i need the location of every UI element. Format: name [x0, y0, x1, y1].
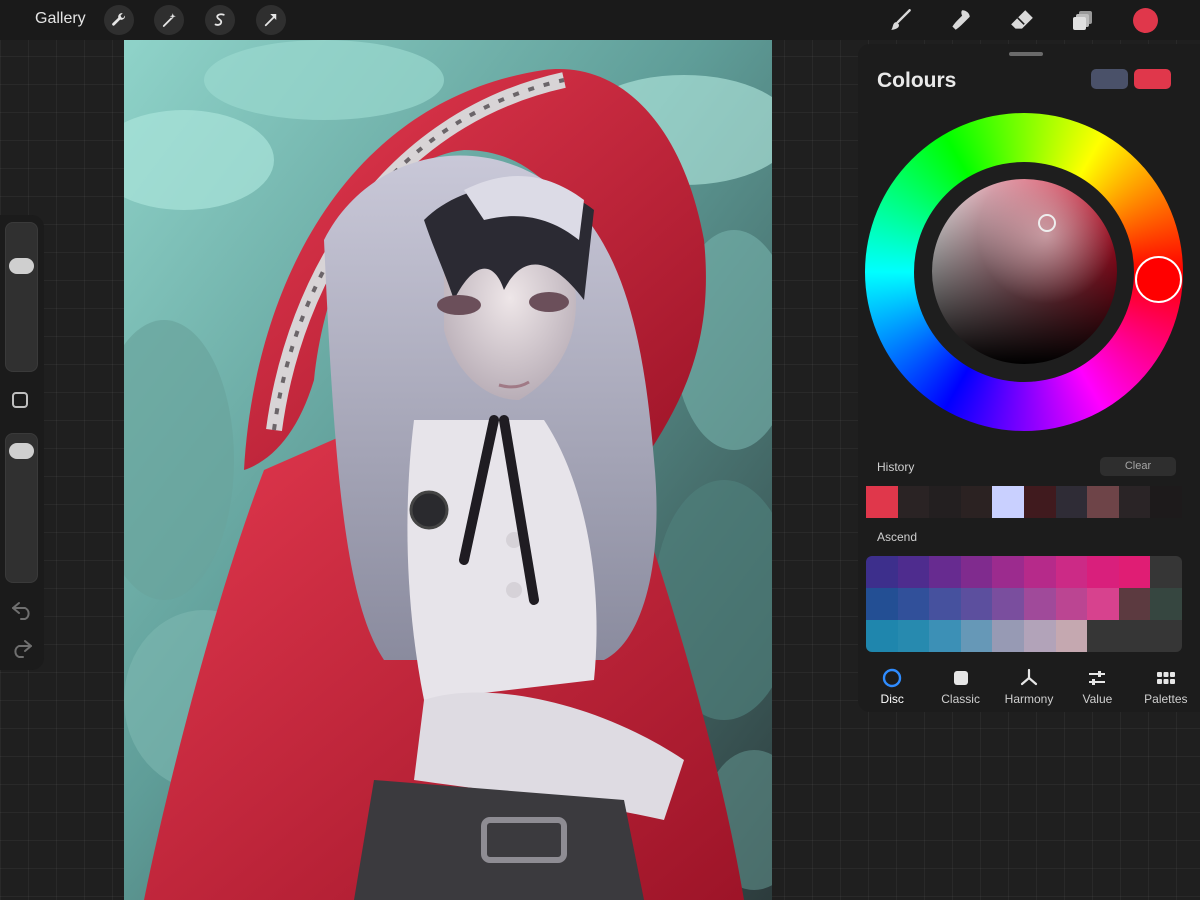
palette-swatch[interactable]: [1055, 588, 1088, 620]
palette-swatch[interactable]: [1150, 556, 1182, 588]
eraser-icon: [1011, 10, 1033, 29]
history-swatch[interactable]: [960, 486, 993, 518]
palette-swatch[interactable]: [992, 556, 1024, 588]
palette-swatch[interactable]: [929, 620, 961, 652]
selection-button[interactable]: [205, 5, 235, 35]
top-toolbar: Gallery: [0, 0, 1200, 40]
palette-swatch[interactable]: [866, 556, 898, 588]
current-color-button[interactable]: [1133, 8, 1158, 33]
brush-icon: [891, 9, 911, 30]
smudge-icon: [952, 10, 970, 30]
palette-name: Ascend: [877, 530, 918, 544]
harmony-icon: [1020, 668, 1038, 686]
clear-history-button[interactable]: Clear: [1100, 457, 1176, 476]
colour-mode-tabs: Disc Classic Harmony Value Palettes: [858, 662, 1200, 710]
palette-swatch[interactable]: [960, 588, 993, 620]
tab-label: Value: [1082, 692, 1113, 706]
eraser-tool-button[interactable]: [1007, 5, 1037, 35]
left-sidebar: [0, 215, 44, 670]
palettes-grid-icon: [1156, 672, 1175, 684]
tab-harmony[interactable]: Harmony: [995, 662, 1063, 710]
history-swatch[interactable]: [992, 486, 1024, 518]
palette-swatch[interactable]: [1024, 620, 1056, 652]
transform-button[interactable]: [256, 5, 286, 35]
transform-arrow-icon: [264, 14, 277, 27]
palette-swatch[interactable]: [992, 588, 1024, 620]
opacity-slider-thumb[interactable]: [9, 443, 34, 460]
selection-s-icon: [214, 13, 225, 26]
layers-button[interactable]: [1068, 5, 1098, 35]
saturation-brightness-disc[interactable]: [932, 179, 1117, 364]
palette-swatch[interactable]: [866, 588, 898, 620]
gallery-button[interactable]: Gallery: [35, 10, 86, 28]
drawing-canvas[interactable]: [124, 40, 772, 900]
value-sliders-icon: [1089, 671, 1106, 685]
palette-swatch[interactable]: [1055, 620, 1088, 652]
palette-swatch[interactable]: [1087, 556, 1119, 588]
history-swatch[interactable]: [866, 486, 898, 518]
palette-swatch[interactable]: [1055, 556, 1088, 588]
previous-color-swatch[interactable]: [1091, 69, 1128, 89]
brush-size-slider-thumb[interactable]: [9, 257, 34, 274]
tab-label: Disc: [880, 692, 904, 706]
palette-swatch[interactable]: [1118, 620, 1151, 652]
undo-icon[interactable]: [10, 600, 34, 620]
magic-wand-icon: [162, 13, 176, 27]
palette-swatch[interactable]: [929, 556, 961, 588]
tab-palettes[interactable]: Palettes: [1132, 662, 1200, 710]
palette-swatch[interactable]: [897, 588, 930, 620]
palette-swatch[interactable]: [1118, 556, 1151, 588]
adjustments-button[interactable]: [154, 5, 184, 35]
actions-button[interactable]: [104, 5, 134, 35]
tab-label: Classic: [941, 692, 980, 706]
palette-swatch[interactable]: [929, 588, 961, 620]
history-swatch[interactable]: [1118, 486, 1151, 518]
history-swatch[interactable]: [1023, 486, 1056, 518]
palette-swatch[interactable]: [1087, 620, 1119, 652]
history-swatch[interactable]: [1087, 486, 1119, 518]
history-swatch[interactable]: [929, 486, 961, 518]
current-color-swatch[interactable]: [1134, 69, 1171, 89]
tab-value[interactable]: Value: [1063, 662, 1131, 710]
palette-swatch[interactable]: [992, 620, 1024, 652]
tab-label: Harmony: [1004, 692, 1054, 706]
colours-panel: Colours History Clear Ascend Disc Classi…: [858, 44, 1200, 712]
layers-icon: [1073, 11, 1092, 30]
modify-button[interactable]: [12, 392, 28, 408]
palette-swatch[interactable]: [1024, 556, 1056, 588]
palette-swatch[interactable]: [1150, 588, 1182, 620]
history-swatch[interactable]: [897, 486, 930, 518]
saturation-brightness-handle[interactable]: [1038, 214, 1056, 232]
tab-classic[interactable]: Classic: [926, 662, 994, 710]
palette-swatch[interactable]: [1150, 620, 1182, 652]
palette-swatch[interactable]: [960, 620, 993, 652]
tab-label: Palettes: [1144, 692, 1188, 706]
history-swatch[interactable]: [1150, 486, 1182, 518]
disc-icon: [883, 668, 902, 688]
opacity-slider[interactable]: [5, 433, 38, 583]
history-label: History: [877, 460, 915, 474]
palette-swatch[interactable]: [1087, 588, 1119, 620]
tab-disc[interactable]: Disc: [858, 662, 926, 710]
palette-swatch[interactable]: [897, 556, 930, 588]
panel-grabber[interactable]: [1009, 52, 1043, 56]
palette-grid: [866, 556, 1182, 652]
palette-swatch[interactable]: [1024, 588, 1056, 620]
hue-handle[interactable]: [1135, 256, 1182, 303]
palette-swatch[interactable]: [960, 556, 993, 588]
smudge-tool-button[interactable]: [945, 5, 975, 35]
history-swatch[interactable]: [1055, 486, 1088, 518]
palette-swatch[interactable]: [866, 620, 898, 652]
history-row: [866, 486, 1182, 518]
colours-title: Colours: [877, 69, 957, 92]
brush-size-slider[interactable]: [5, 222, 38, 372]
palette-swatch[interactable]: [897, 620, 930, 652]
classic-square-icon: [953, 671, 968, 685]
redo-icon[interactable]: [10, 638, 34, 658]
brush-tool-button[interactable]: [886, 5, 916, 35]
artwork-illustration: [124, 40, 772, 900]
wrench-icon: [112, 13, 126, 26]
palette-swatch[interactable]: [1118, 588, 1151, 620]
